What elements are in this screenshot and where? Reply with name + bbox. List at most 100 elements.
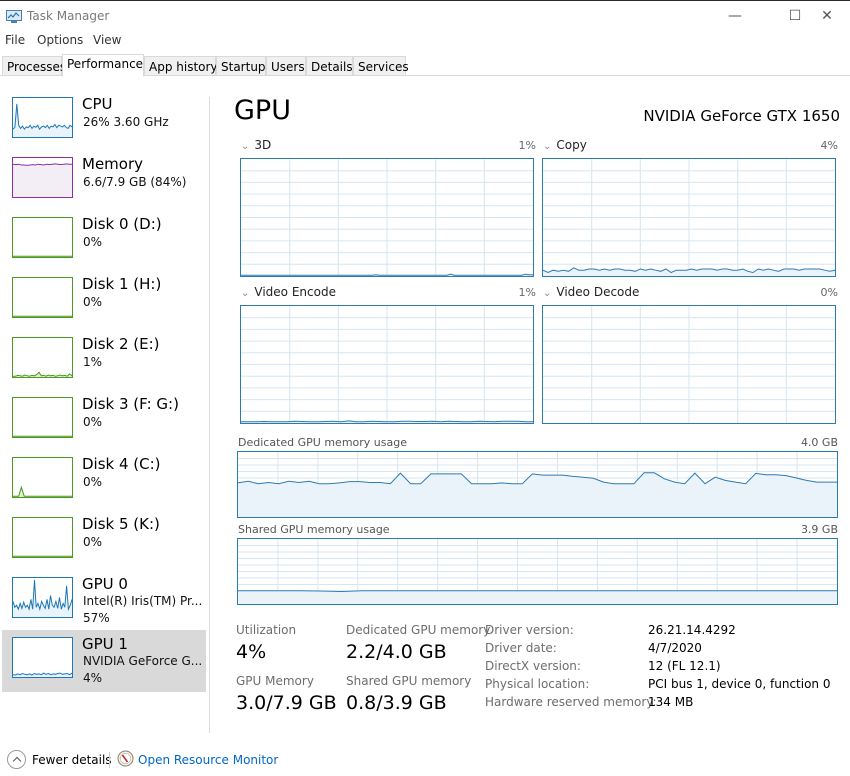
series-area [13, 163, 72, 197]
graph-canvas [12, 163, 72, 197]
hardware-reserved-memory-value: 134 MB [648, 695, 694, 709]
thumbnail-graph [12, 517, 73, 558]
dedicated-memory-graph [237, 451, 838, 518]
sidebar-item-disk-3-f-g[interactable]: Disk 3 (F: G:) 0% [2, 390, 206, 452]
graph-canvas [13, 255, 72, 257]
graph-canvas [241, 306, 533, 423]
engine-video-decode-graph [542, 305, 836, 424]
engine-copy-percent: 4% [820, 139, 838, 152]
tab-app-history[interactable]: App history [144, 56, 218, 76]
dedicated-memory-value: 2.2/4.0 GB [346, 641, 447, 663]
sidebar-item-detail: 26% 3.60 GHz [83, 115, 169, 129]
engine-video-decode-label[interactable]: ⌄ Video Decode [543, 285, 639, 299]
engine-video-decode-percent: 0% [820, 286, 838, 299]
engine-video-encode-percent: 1% [518, 286, 536, 299]
sidebar-item-memory[interactable]: Memory 6.6/7.9 GB (84%) [2, 150, 206, 212]
sidebar-item-detail: 0% [83, 235, 103, 249]
chevron-down-icon: ⌄ [241, 141, 250, 152]
graph-canvas [13, 555, 72, 557]
tab-details[interactable]: Details [306, 56, 353, 76]
dedicated-memory-graph-max: 4.0 GB [800, 436, 838, 449]
sidebar-item-disk-5-k[interactable]: Disk 5 (K:) 0% [2, 510, 206, 572]
sidebar-item-disk-0-d[interactable]: Disk 0 (D:) 0% [2, 210, 206, 272]
close-button[interactable]: ✕ [804, 1, 850, 31]
graph-canvas [241, 159, 533, 276]
sidebar-item-name: Memory [82, 155, 144, 173]
engine-copy-label[interactable]: ⌄ Copy [543, 138, 587, 152]
minimize-button[interactable]: — [712, 1, 758, 31]
sidebar-item-name: Disk 2 (E:) [82, 335, 160, 353]
directx-version-value: 12 (FL 12.1) [648, 659, 721, 673]
tab-users[interactable]: Users [266, 56, 306, 76]
sidebar-item-name: Disk 1 (H:) [82, 275, 162, 293]
sidebar-item-detail: 0% [83, 295, 103, 309]
series-area [13, 103, 72, 137]
resource-monitor-icon [117, 750, 134, 767]
engine-video-encode-label[interactable]: ⌄ Video Encode [241, 285, 336, 299]
chevron-up-circle-icon[interactable] [7, 750, 26, 769]
chevron-down-icon: ⌄ [543, 288, 552, 299]
dedicated-memory-graph-label: Dedicated GPU memory usage [238, 436, 407, 449]
graph-canvas [13, 315, 72, 317]
engine-3d-percent: 1% [518, 139, 536, 152]
thumbnail-graph [12, 337, 73, 378]
thumbnail-graph [12, 637, 73, 678]
gpu-device-name: NVIDIA GeForce GTX 1650 [643, 107, 840, 125]
series-line [13, 371, 73, 377]
sidebar-item-detail: 0% [83, 475, 103, 489]
thumbnail-graph [12, 157, 73, 198]
sidebar-item-name: Disk 0 (D:) [82, 215, 162, 233]
sidebar-item-percent: 57% [83, 611, 110, 625]
chevron-down-icon: ⌄ [543, 141, 552, 152]
sidebar-item-gpu-0[interactable]: GPU 0 Intel(R) Iris(TM) Pr... 57% [2, 570, 206, 632]
sidebar-item-detail: 0% [83, 415, 103, 429]
menu-view[interactable]: View [93, 33, 121, 47]
menu-file[interactable]: File [5, 33, 25, 47]
graph-canvas [543, 159, 835, 276]
sidebar-item-disk-2-e[interactable]: Disk 2 (E:) 1% [2, 330, 206, 392]
open-resource-monitor-link[interactable]: Open Resource Monitor [138, 753, 278, 767]
sidebar-item-cpu[interactable]: CPU 26% 3.60 GHz [2, 90, 206, 152]
utilization-label: Utilization [236, 623, 297, 637]
thumbnail-graph [12, 217, 73, 258]
directx-version-label: DirectX version: [485, 659, 581, 673]
sidebar-item-disk-1-h[interactable]: Disk 1 (H:) 0% [2, 270, 206, 332]
graph-canvas [12, 103, 73, 137]
tab-startup[interactable]: Startup [216, 56, 266, 76]
physical-location-label: Physical location: [485, 677, 590, 691]
shared-memory-graph [237, 538, 838, 605]
window-title: Task Manager [27, 9, 110, 23]
engine-3d-graph [240, 158, 534, 277]
close-icon: ✕ [821, 8, 833, 24]
sidebar-item-disk-4-c[interactable]: Disk 4 (C:) 0% [2, 450, 206, 512]
driver-date-value: 4/7/2020 [648, 641, 702, 655]
graph-canvas [13, 371, 73, 377]
tab-processes[interactable]: Processes [2, 56, 66, 76]
engine-3d-label[interactable]: ⌄ 3D [241, 138, 271, 152]
title-bar: Task Manager — ☐ ✕ [0, 0, 850, 31]
tab-services[interactable]: Services [353, 56, 409, 76]
sidebar-item-detail: 0% [83, 535, 103, 549]
series-area [13, 580, 72, 617]
sidebar-item-name: CPU [82, 95, 113, 113]
graph-canvas [13, 485, 72, 497]
menu-options[interactable]: Options [37, 33, 83, 47]
thumbnail-graph [12, 97, 73, 138]
gpu-memory-value: 3.0/7.9 GB [236, 692, 337, 714]
sidebar-item-detail: NVIDIA GeForce G... [83, 654, 203, 668]
gpu-memory-label: GPU Memory [236, 674, 314, 688]
tab-performance[interactable]: Performance [62, 54, 144, 77]
minimize-icon: — [728, 8, 742, 24]
sidebar-item-detail: Intel(R) Iris(TM) Pr... [83, 594, 203, 608]
page-title: GPU [234, 95, 291, 126]
shared-memory-value: 0.8/3.9 GB [346, 692, 447, 714]
sidebar-item-gpu-1[interactable]: GPU 1 NVIDIA GeForce G... 4% [2, 630, 206, 692]
shared-memory-label: Shared GPU memory [346, 674, 472, 688]
driver-version-value: 26.21.14.4292 [648, 623, 736, 637]
fewer-details-button[interactable]: Fewer details [32, 753, 112, 767]
maximize-icon: ☐ [788, 8, 802, 24]
graph-canvas [543, 306, 835, 423]
sidebar-item-percent: 4% [83, 671, 103, 685]
sidebar-item-detail: 1% [83, 355, 103, 369]
sidebar-item-name: GPU 1 [82, 635, 128, 653]
